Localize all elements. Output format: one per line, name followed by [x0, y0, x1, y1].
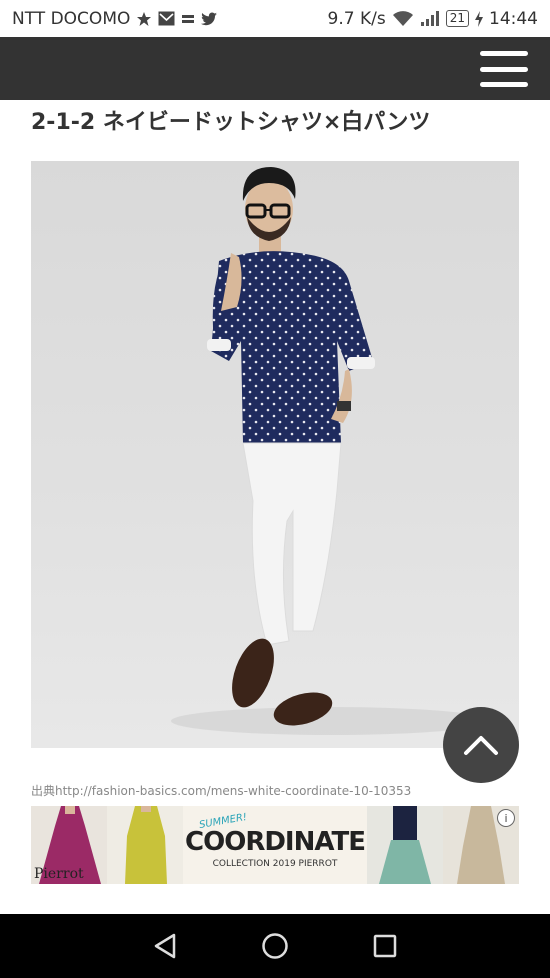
battery-level: 21: [445, 10, 469, 27]
recents-square-icon: [373, 934, 397, 958]
network-speed: 9.7 K/s: [327, 8, 386, 29]
photo-source: 出典http://fashion-basics.com/mens-white-c…: [31, 784, 412, 798]
scroll-to-top-button[interactable]: [443, 707, 519, 783]
ad-banner[interactable]: Pierrot SUMMER! COORDINATE COLLECTION 20…: [31, 806, 519, 884]
ad-headline: COORDINATE: [185, 827, 366, 857]
ad-collection-label: COLLECTION 2019 PIERROT: [212, 859, 338, 869]
charging-icon: [475, 10, 483, 27]
status-left: NTT DOCOMO: [12, 9, 218, 29]
carrier-name: NTT DOCOMO: [12, 8, 131, 29]
status-bar: NTT DOCOMO 9.7 K/s 21 14:44: [0, 0, 550, 37]
star-icon: [136, 11, 152, 27]
ad-image-beige-dress: i: [443, 806, 519, 884]
menu-line-icon: [480, 66, 528, 72]
home-circle-icon: [262, 933, 288, 959]
wifi-icon: [392, 10, 414, 27]
clock: 14:44: [489, 8, 538, 29]
app-header: [0, 37, 550, 100]
signal-icon: [420, 10, 440, 27]
ad-image-yellow-dress: [107, 806, 183, 884]
ad-info-icon[interactable]: i: [497, 809, 515, 827]
ad-image-magenta-dress: Pierrot: [31, 806, 107, 884]
ad-brand-label: Pierrot: [34, 866, 84, 882]
mail-icon: [158, 11, 175, 26]
menu-line-icon: [480, 51, 528, 56]
section-title: 2-1-2 ネイビードットシャツ×白パンツ: [31, 110, 431, 135]
zozotown-icon: [181, 12, 195, 26]
back-button[interactable]: [145, 926, 185, 966]
hamburger-menu-button[interactable]: [480, 49, 528, 89]
ad-image-green-skirt: [367, 806, 443, 884]
system-nav-bar: [0, 914, 550, 978]
model-illustration: [171, 167, 491, 735]
back-triangle-icon: [154, 933, 176, 959]
outfit-photo: [31, 161, 519, 748]
recents-button[interactable]: [365, 926, 405, 966]
status-right: 9.7 K/s 21 14:44: [328, 9, 538, 29]
twitter-icon: [201, 12, 218, 26]
menu-line-icon: [480, 82, 528, 87]
ad-coordinate-panel: SUMMER! COORDINATE COLLECTION 2019 PIERR…: [183, 806, 367, 884]
home-button[interactable]: [255, 926, 295, 966]
chevron-up-icon: [464, 736, 498, 755]
